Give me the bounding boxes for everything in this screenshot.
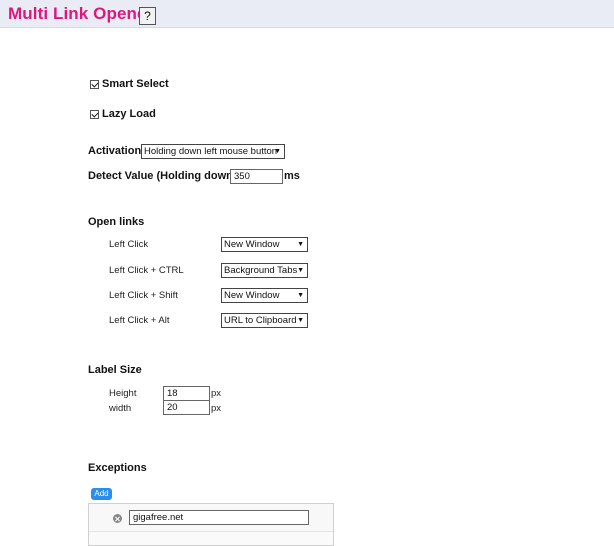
width-unit: px [211, 403, 222, 414]
exceptions-list: gigafree.net [88, 503, 334, 546]
lazy-load-option[interactable]: Lazy Load [90, 108, 156, 120]
header-bar: Multi Link Opener ? [0, 0, 614, 28]
activation-label: Activation [88, 145, 142, 157]
detect-value-label: Detect Value (Holding down) [88, 170, 237, 182]
lazy-load-label: Lazy Load [102, 108, 156, 120]
chevron-down-icon: ▼ [297, 317, 304, 324]
left-click-select[interactable]: New Window ▼ [221, 237, 308, 252]
exception-input[interactable]: gigafree.net [129, 510, 309, 525]
open-link-row-label: Left Click + CTRL [109, 265, 184, 276]
exceptions-heading: Exceptions [88, 462, 147, 474]
left-click-select-value: New Window [224, 239, 280, 250]
label-size-heading: Label Size [88, 364, 142, 376]
chevron-down-icon: ▼ [297, 267, 304, 274]
left-click-alt-select[interactable]: URL to Clipboard ▼ [221, 313, 308, 328]
lazy-load-checkbox[interactable] [90, 109, 99, 119]
left-click-shift-select-value: New Window [224, 290, 280, 301]
open-links-heading: Open links [88, 216, 145, 228]
activation-select[interactable]: Holding down left mouse button ▼ [141, 144, 285, 159]
open-link-row-label: Left Click + Shift [109, 290, 178, 301]
smart-select-option[interactable]: Smart Select [90, 78, 169, 90]
left-click-alt-select-value: URL to Clipboard [224, 315, 297, 326]
chevron-down-icon: ▼ [297, 241, 304, 248]
list-item: gigafree.net [89, 504, 333, 532]
height-label: Height [109, 388, 137, 399]
remove-icon[interactable] [113, 514, 122, 523]
chevron-down-icon: ▼ [274, 148, 281, 155]
add-exception-button[interactable]: Add [91, 488, 112, 500]
chevron-down-icon: ▼ [297, 292, 304, 299]
help-button[interactable]: ? [139, 7, 156, 25]
detect-value-input[interactable]: 350 [230, 169, 283, 184]
open-link-row-label: Left Click [109, 239, 149, 250]
width-label: width [109, 403, 132, 414]
open-link-row-label: Left Click + Alt [109, 315, 170, 326]
left-click-shift-select[interactable]: New Window ▼ [221, 288, 308, 303]
width-input[interactable]: 20 [163, 400, 210, 415]
smart-select-label: Smart Select [102, 78, 169, 90]
activation-select-value: Holding down left mouse button [144, 146, 278, 157]
detect-value-unit: ms [284, 170, 300, 182]
left-click-ctrl-select[interactable]: Background Tabs ▼ [221, 263, 308, 278]
height-input[interactable]: 18 [163, 386, 210, 401]
height-unit: px [211, 388, 222, 399]
smart-select-checkbox[interactable] [90, 79, 99, 89]
left-click-ctrl-select-value: Background Tabs [224, 265, 298, 276]
app-title: Multi Link Opener [8, 4, 154, 23]
